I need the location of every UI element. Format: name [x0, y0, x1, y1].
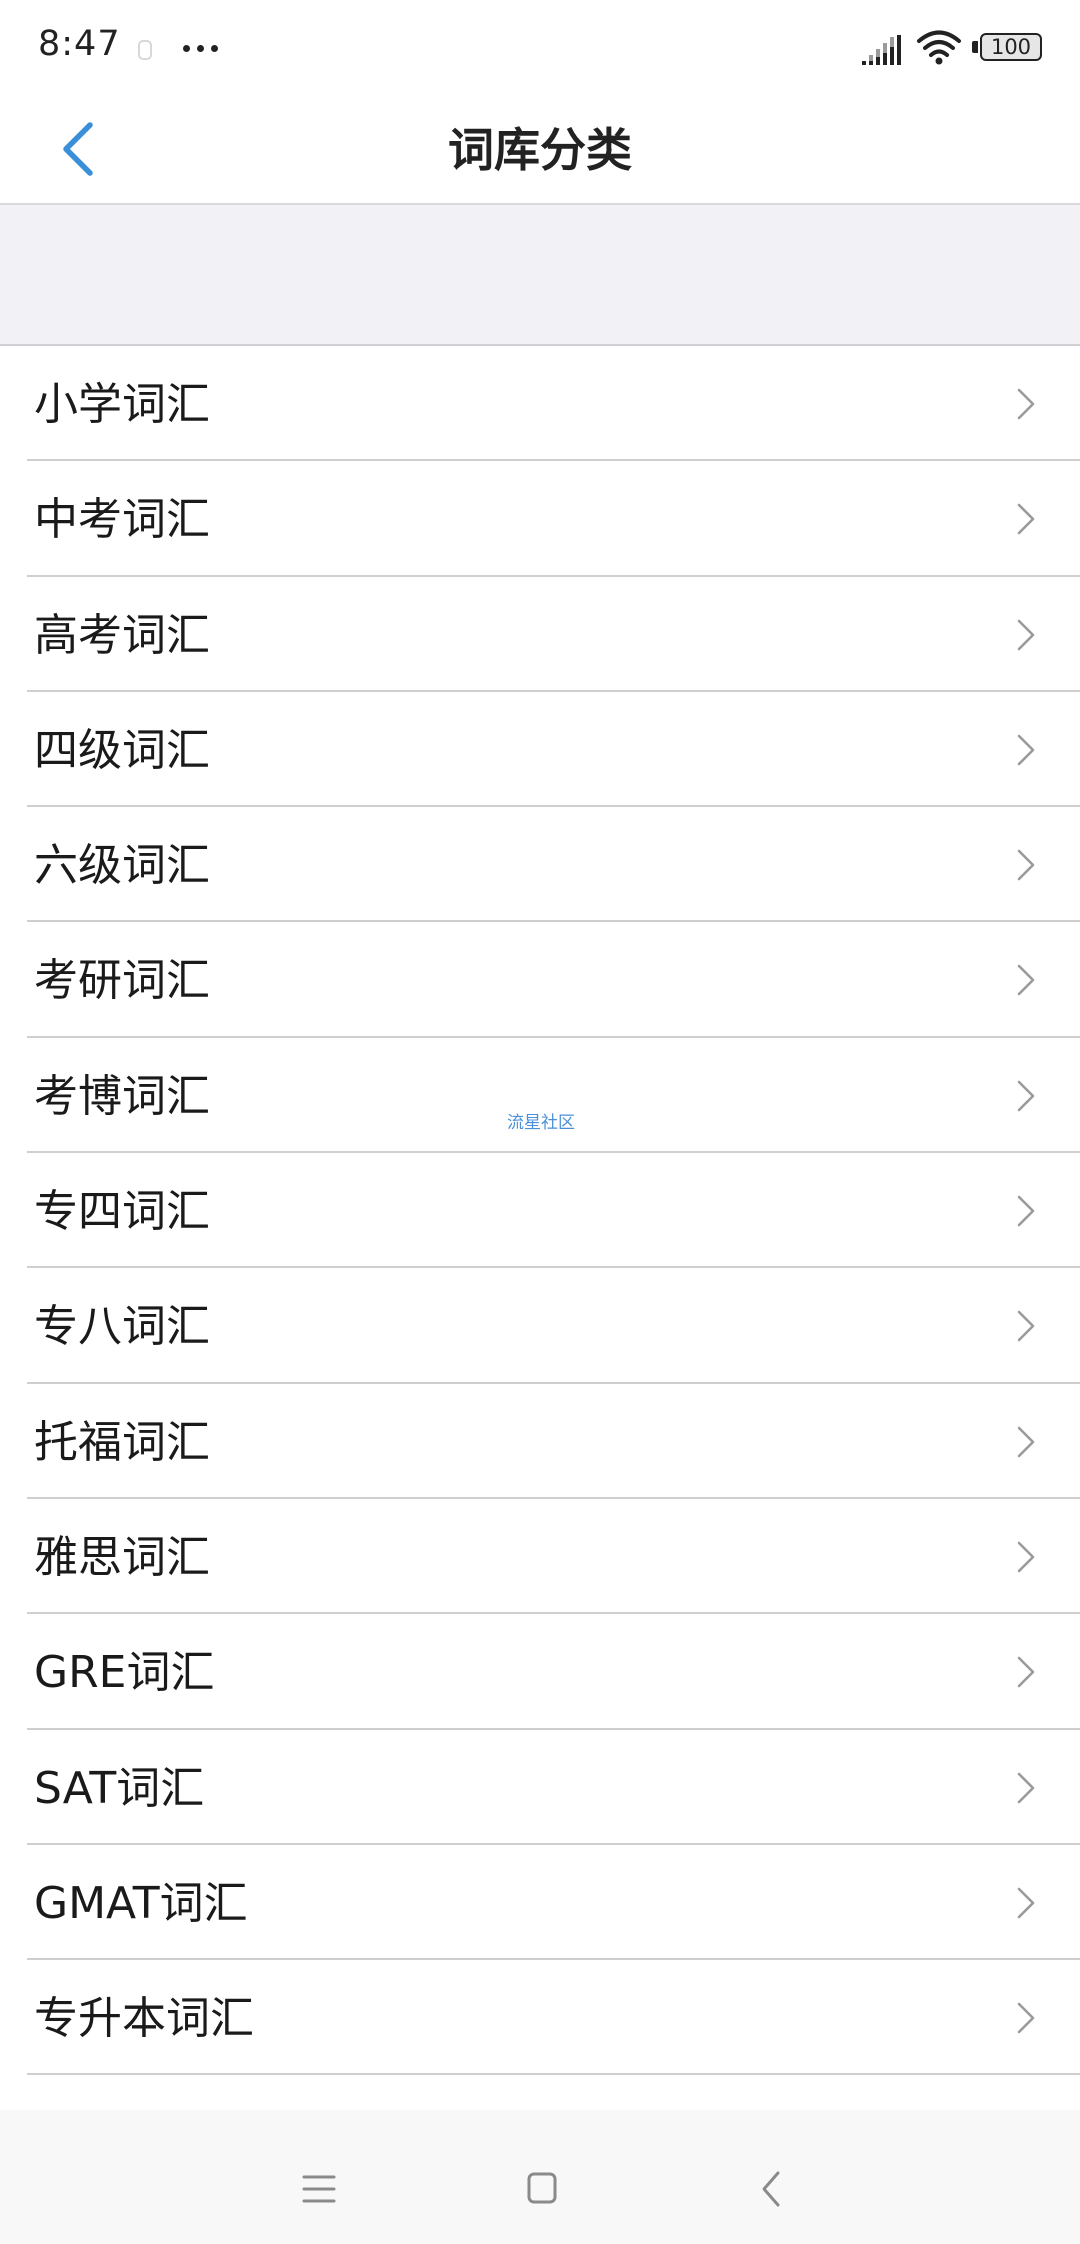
watermark-text: 流星社区 — [507, 1113, 575, 1133]
chevron-right-icon — [1017, 503, 1035, 535]
home-icon[interactable] — [527, 2172, 557, 2204]
chevron-right-icon — [1017, 965, 1035, 996]
battery-level: 100 — [990, 35, 1032, 59]
more-dots-icon — [183, 45, 223, 53]
chevron-right-icon — [1017, 619, 1035, 650]
chevron-right-icon — [1017, 2002, 1035, 2034]
list-item-label: 托福词汇 — [34, 1416, 210, 1468]
list-item-label: 雅思词汇 — [34, 1531, 210, 1583]
list-item-label: 考博词汇 — [34, 1070, 210, 1122]
list-item-middle-school[interactable]: 中考词汇 — [0, 461, 1080, 577]
chevron-right-icon — [1017, 1195, 1035, 1227]
chevron-right-icon — [1017, 734, 1035, 766]
battery-icon: 100 — [972, 33, 1046, 63]
chevron-right-icon — [1017, 1541, 1035, 1573]
list-item-label: 中考词汇 — [34, 494, 210, 546]
list-item-upgrade-bachelor[interactable]: 专升本词汇 — [0, 1960, 1080, 2076]
list-item-tem4[interactable]: 专四词汇 — [0, 1153, 1080, 1269]
chevron-right-icon — [1017, 1887, 1035, 1919]
list-item-cet6[interactable]: 六级词汇 — [0, 807, 1080, 923]
nav-bar: 词库分类 — [0, 95, 1080, 205]
category-list: 小学词汇 中考词汇 高考词汇 四级词汇 六级词汇 考研词汇 考博词汇 专四词汇 … — [0, 346, 1080, 2076]
list-item-label: 考研词汇 — [34, 955, 210, 1007]
chevron-right-icon — [1017, 388, 1035, 420]
list-item-tem8[interactable]: 专八词汇 — [0, 1268, 1080, 1384]
list-item-label: 专八词汇 — [34, 1301, 210, 1353]
list-item-label: GRE词汇 — [34, 1647, 215, 1699]
wifi-icon — [917, 30, 961, 65]
back-icon[interactable] — [760, 2170, 782, 2208]
list-item-label: GMAT词汇 — [34, 1877, 248, 1929]
alarm-icon — [138, 40, 152, 60]
list-item-postgraduate[interactable]: 考研词汇 — [0, 922, 1080, 1039]
chevron-right-icon — [1017, 849, 1035, 881]
chevron-right-icon — [1017, 1656, 1035, 1688]
list-item-label: SAT词汇 — [34, 1762, 205, 1814]
list-item-doctoral[interactable]: 考博词汇 — [0, 1038, 1080, 1154]
list-item-ielts[interactable]: 雅思词汇 — [0, 1499, 1080, 1615]
section-spacer — [0, 205, 1080, 346]
list-item-label: 专四词汇 — [34, 1186, 210, 1238]
menu-icon[interactable] — [302, 2174, 336, 2204]
list-item-gre[interactable]: GRE词汇 — [0, 1614, 1080, 1730]
system-nav-bar — [0, 2110, 1080, 2244]
list-item-label: 高考词汇 — [34, 609, 210, 661]
signal-icon — [862, 35, 901, 65]
status-bar: 8:47 100 — [0, 0, 1080, 95]
chevron-right-icon — [1017, 1772, 1035, 1803]
list-item-label: 四级词汇 — [34, 724, 210, 776]
list-item-primary-school[interactable]: 小学词汇 — [0, 346, 1080, 462]
list-item-sat[interactable]: SAT词汇 — [0, 1730, 1080, 1846]
chevron-right-icon — [1017, 1426, 1035, 1457]
list-item-gmat[interactable]: GMAT词汇 — [0, 1845, 1080, 1961]
list-item-cet4[interactable]: 四级词汇 — [0, 692, 1080, 808]
list-item-label: 六级词汇 — [34, 840, 210, 892]
page-title: 词库分类 — [448, 123, 632, 177]
status-time: 8:47 — [38, 24, 121, 64]
list-item-label: 专升本词汇 — [34, 1993, 254, 2045]
list-item-high-school[interactable]: 高考词汇 — [0, 577, 1080, 693]
chevron-right-icon — [1017, 1080, 1035, 1112]
list-item-label: 小学词汇 — [34, 379, 210, 430]
chevron-left-icon[interactable] — [48, 113, 118, 183]
chevron-right-icon — [1017, 1311, 1035, 1342]
list-item-toefl[interactable]: 托福词汇 — [0, 1384, 1080, 1500]
